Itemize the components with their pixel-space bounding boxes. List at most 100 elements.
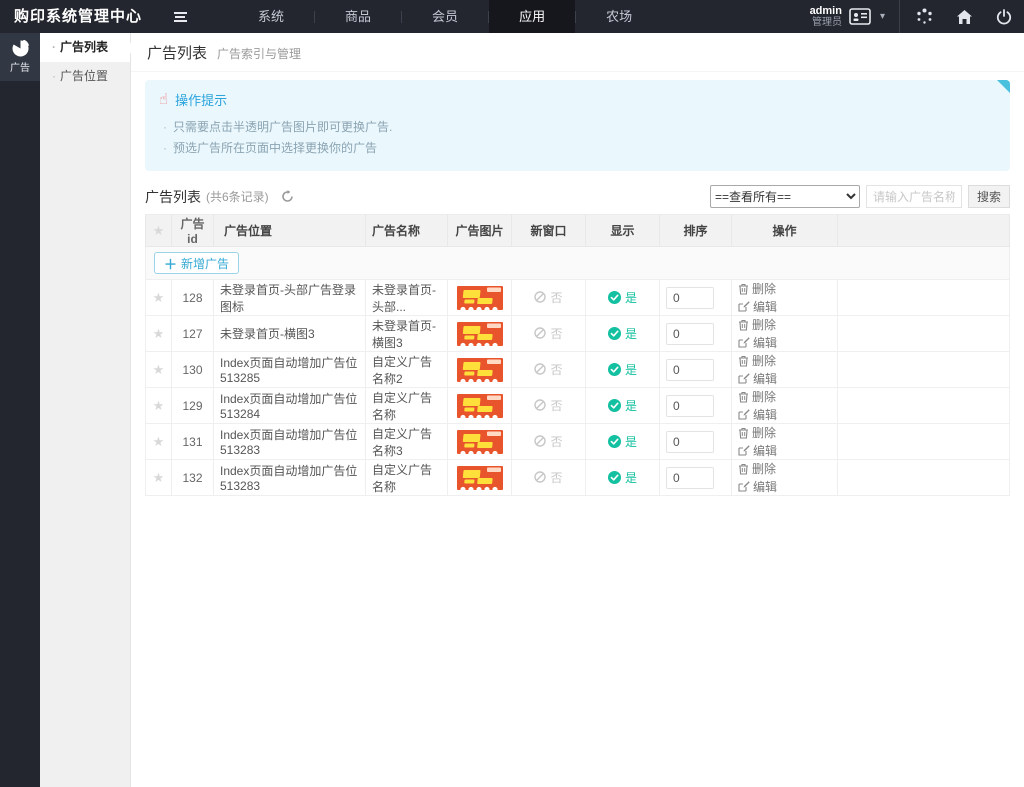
ad-name-cell: 自定义广告名称3: [366, 424, 448, 460]
id-card-icon: [849, 8, 871, 25]
sort-input[interactable]: [666, 467, 714, 489]
ban-icon: [534, 471, 546, 483]
ad-image[interactable]: [457, 430, 503, 454]
ad-name-cell: 自定义广告名称2: [366, 352, 448, 388]
ad-position-cell: Index页面自动增加广告位 513284: [214, 388, 366, 424]
home-icon[interactable]: [944, 0, 984, 33]
trash-icon: [738, 427, 749, 439]
hand-pointer-icon: ☝: [159, 92, 168, 107]
delete-button[interactable]: 删除: [738, 280, 776, 297]
sort-input[interactable]: [666, 323, 714, 345]
topmenu-item[interactable]: 商品: [315, 0, 401, 33]
search-input[interactable]: [866, 185, 962, 208]
delete-label: 删除: [752, 280, 776, 297]
ad-image[interactable]: [457, 322, 503, 346]
favorite-star-icon[interactable]: ★: [153, 362, 165, 377]
sort-input[interactable]: [666, 359, 714, 381]
record-count: (共6条记录): [206, 188, 269, 205]
header-show: 显示: [586, 215, 660, 247]
sidebar-item[interactable]: ·广告位置: [40, 62, 130, 91]
tips-panel: ☝ 操作提示 只需要点击半透明广告图片即可更换广告. 预选广告所在页面中选择更换…: [145, 80, 1010, 171]
edit-label: 编辑: [753, 442, 777, 459]
sort-input[interactable]: [666, 431, 714, 453]
favorite-star-icon[interactable]: ★: [153, 470, 165, 485]
page-title: 广告列表: [147, 42, 207, 63]
favorite-star-icon[interactable]: ★: [153, 434, 165, 449]
edit-button[interactable]: 编辑: [738, 406, 777, 423]
hamburger-menu-icon[interactable]: [160, 0, 200, 33]
new-window-value: 否: [550, 397, 562, 414]
ban-icon: [534, 327, 546, 339]
add-row: ＋ 新增广告: [146, 247, 1010, 280]
delete-label: 删除: [752, 388, 776, 405]
show-value: 是: [625, 325, 637, 342]
trash-icon: [738, 463, 749, 475]
ban-icon: [534, 435, 546, 447]
sort-input[interactable]: [666, 395, 714, 417]
delete-button[interactable]: 删除: [738, 388, 776, 405]
delete-label: 删除: [752, 460, 776, 477]
edit-label: 编辑: [753, 478, 777, 495]
topmenu-item[interactable]: 系统: [228, 0, 314, 33]
header-ad-id: 广告id: [172, 215, 214, 247]
list-toolbar: 广告列表 (共6条记录) ==查看所有== 搜索: [131, 177, 1024, 214]
ad-image[interactable]: [457, 286, 503, 310]
ad-image[interactable]: [457, 466, 503, 490]
star-header-icon: ★: [153, 223, 165, 238]
edit-button[interactable]: 编辑: [738, 370, 777, 387]
ad-name-cell: 未登录首页-头部...: [366, 280, 448, 316]
check-circle-icon: [608, 291, 621, 304]
trash-icon: [738, 355, 749, 367]
check-circle-icon: [608, 399, 621, 412]
add-ad-button[interactable]: ＋ 新增广告: [154, 252, 239, 274]
favorite-star-icon[interactable]: ★: [153, 398, 165, 413]
ad-id-cell: 132: [172, 460, 214, 496]
favorite-star-icon[interactable]: ★: [153, 326, 165, 341]
header-ad-position: 广告位置: [214, 215, 366, 247]
edit-label: 编辑: [753, 406, 777, 423]
ad-image[interactable]: [457, 394, 503, 418]
edit-button[interactable]: 编辑: [738, 478, 777, 495]
logout-power-icon[interactable]: [984, 0, 1024, 33]
delete-button[interactable]: 删除: [738, 460, 776, 477]
user-menu[interactable]: admin 管理员 ▾: [800, 5, 895, 28]
module-sidebar: 广告: [0, 33, 40, 787]
edit-pencil-icon: [738, 336, 750, 348]
topmenu-item[interactable]: 应用: [489, 0, 575, 33]
refresh-icon[interactable]: [281, 190, 294, 203]
ad-name-cell: 自定义广告名称: [366, 460, 448, 496]
edit-pencil-icon: [738, 444, 750, 456]
ad-id-cell: 131: [172, 424, 214, 460]
favorite-star-icon[interactable]: ★: [153, 290, 165, 305]
tips-title: 操作提示: [175, 90, 227, 109]
admin-app: 购印系统管理中心 系统商品会员应用农场 admin 管理员 ▾: [0, 0, 1024, 787]
list-title: 广告列表: [145, 187, 201, 207]
edit-button[interactable]: 编辑: [738, 298, 777, 315]
ads-table-wrap: ★ 广告id 广告位置 广告名称 广告图片 新窗口 显示 排序 操作: [131, 214, 1024, 496]
sidebar-module-ads[interactable]: 广告: [0, 33, 40, 81]
topmenu-item[interactable]: 农场: [576, 0, 662, 33]
sidebar-item[interactable]: ·广告列表: [40, 33, 130, 62]
user-name: admin: [810, 5, 842, 17]
new-window-value: 否: [550, 469, 562, 486]
sort-input[interactable]: [666, 287, 714, 309]
edit-button[interactable]: 编辑: [738, 442, 777, 459]
check-circle-icon: [608, 363, 621, 376]
show-value: 是: [625, 433, 637, 450]
delete-button[interactable]: 删除: [738, 316, 776, 333]
ad-image[interactable]: [457, 358, 503, 382]
clear-cache-icon[interactable]: [904, 0, 944, 33]
filter-select[interactable]: ==查看所有==: [710, 185, 860, 208]
delete-button[interactable]: 删除: [738, 352, 776, 369]
table-header-row: ★ 广告id 广告位置 广告名称 广告图片 新窗口 显示 排序 操作: [146, 215, 1010, 247]
edit-button[interactable]: 编辑: [738, 334, 777, 351]
ad-id-cell: 128: [172, 280, 214, 316]
delete-label: 删除: [752, 424, 776, 441]
topmenu-item[interactable]: 会员: [402, 0, 488, 33]
table-body: ＋ 新增广告 ★ 128 未登录首页-头部广告登录图标 未登录首页-头部... …: [146, 247, 1010, 496]
delete-button[interactable]: 删除: [738, 424, 776, 441]
ad-position-cell: Index页面自动增加广告位 513285: [214, 352, 366, 388]
trash-icon: [738, 391, 749, 403]
search-button[interactable]: 搜索: [968, 185, 1010, 208]
edit-label: 编辑: [753, 334, 777, 351]
